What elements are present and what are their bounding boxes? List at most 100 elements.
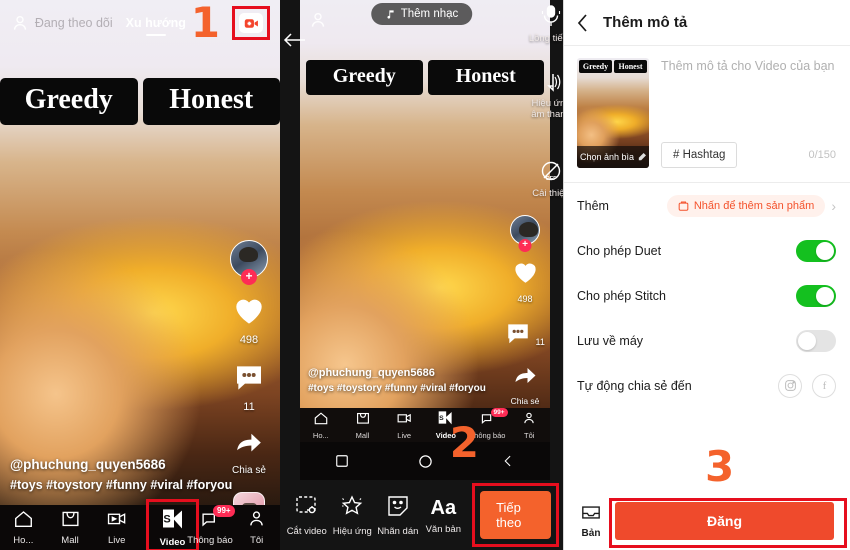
feed-tabs: Đang theo dõi Xu hướng [30,16,191,30]
nav-item-home[interactable]: Ho... [300,411,342,440]
nav-label-mall: Mall [355,430,370,440]
effects-star-icon [342,495,363,515]
home-icon [314,411,328,424]
heart-icon [514,263,536,283]
overlay-left-label: Greedy [306,60,423,95]
video-thumbnail[interactable]: Greedy Honest Chọn ảnh bìa [577,58,649,168]
instagram-icon[interactable] [778,373,802,398]
editor-overlay-labels: Greedy Honest [306,60,544,95]
nav-label-profile: Tôi [250,535,264,546]
toggle-knob [816,241,834,260]
description-input[interactable]: Thêm mô tả cho Video của bạn [661,58,836,75]
enhance-off-icon: OFF [541,161,561,182]
editor-bottom-nav: Ho... Mall Live S Video 99+ Thông báo Tô… [300,407,550,442]
post-button[interactable]: Đăng [615,502,834,540]
add-product-chip[interactable]: Nhấn để thêm sản phẩm [666,194,826,217]
back-chevron-icon[interactable] [502,454,515,468]
comment-button[interactable]: 11 [226,362,272,415]
sound-effect-tool[interactable]: Hiệu ứng âm thanh [525,71,563,121]
nav-label-notifications: Thông báo [187,535,233,546]
nav-item-mall[interactable]: Mall [342,411,384,440]
next-button[interactable]: Tiếp theo [480,491,552,539]
avatar[interactable]: + [510,215,540,252]
row-label-stitch: Cho phép Stitch [577,288,666,303]
sticker-icon [388,496,408,516]
row-label-save: Lưu về máy [577,333,644,348]
row-add-product[interactable]: Thêm Nhấn để thêm sản phẩm › [563,183,850,228]
trim-video-button[interactable]: Cắt video [284,493,330,537]
back-arrow-icon[interactable] [282,30,308,50]
text-button[interactable]: Aa Văn bản [421,496,467,535]
nav-item-live[interactable]: Live [383,411,425,440]
facebook-icon[interactable]: f [812,373,836,398]
back-chevron-icon[interactable] [577,13,589,32]
notification-badge: 99+ [213,505,235,517]
person-icon [524,412,534,423]
enhance-label: Cải thiện [532,187,563,199]
follow-plus-button[interactable]: + [518,239,532,252]
nav-item-home[interactable]: Ho... [0,509,47,546]
row-allow-stitch[interactable]: Cho phép Stitch [563,273,850,318]
record-highlight-box [232,6,270,40]
share-button[interactable]: Chia sẻ [226,429,272,478]
tab-trending[interactable]: Xu hướng [126,16,186,30]
feed-action-rail: + 498 11 Chia sẻ [226,240,272,524]
avatar[interactable]: + [230,240,268,285]
effects-button[interactable]: Hiệu ứng [330,493,376,537]
nav-item-notifications[interactable]: 99+ Thông báo [187,505,235,546]
svg-text:OFF: OFF [546,176,558,182]
description-section: Greedy Honest Chọn ảnh bìa Thêm mô tả ch… [563,46,850,168]
video-username: @phuchung_quyen5686 [308,367,435,379]
tab-following[interactable]: Đang theo dõi [35,16,113,30]
follow-plus-button[interactable]: + [241,269,257,285]
add-product-control[interactable]: Nhấn để thêm sản phẩm › [666,194,836,217]
video-username[interactable]: @phuchung_quyen5686 [10,457,232,472]
choose-cover-button[interactable]: Chọn ảnh bìa [577,146,649,168]
save-draft-button[interactable]: Bản [571,504,611,539]
nav-item-profile[interactable]: Tôi [233,509,280,546]
nav-item-profile[interactable]: Tôi [508,411,550,440]
toggle-save-device[interactable] [796,329,836,352]
voiceover-label: Lồng tiếng [528,33,563,44]
enhance-tool[interactable]: OFF Cải thiện [525,159,563,200]
video-hashtags: #toys #toystory #funny #viral #foryou [308,383,486,394]
sound-effect-icon [547,73,561,92]
facebook-glyph: f [822,381,826,392]
add-music-button[interactable]: Thêm nhạc [370,3,473,25]
row-label-add: Thêm [577,198,609,213]
next-button-highlight: Tiếp theo [472,483,560,547]
publish-header: Thêm mô tả [563,0,850,46]
callout-number-1: 1 [190,0,220,47]
instagram-glyph [784,380,796,391]
publish-footer: Bản Đăng [563,492,850,550]
row-save-device[interactable]: Lưu về máy [563,318,850,363]
sticker-button[interactable]: Nhãn dán [375,493,421,537]
sticker-label: Nhãn dán [377,526,419,537]
recents-square-icon[interactable] [335,454,349,468]
nav-label-live: Live [397,430,412,440]
editor-toolbar: Cắt video Hiệu ứng Nhãn dán Aa Văn bản T… [280,480,563,550]
voiceover-tool[interactable]: Lồng tiếng [525,4,563,45]
hashtag-button[interactable]: # Hashtag [661,142,738,168]
like-button[interactable]: 498 [226,294,272,348]
record-button[interactable] [239,13,263,33]
comment-count: 11 [243,401,255,413]
share-label: Chia sẻ [510,396,540,406]
comment-count: 11 [535,337,545,347]
svg-text:S: S [163,514,170,526]
toggle-stitch[interactable] [796,284,836,307]
heart-icon [236,299,262,324]
person-icon[interactable] [10,13,30,33]
svg-text:f: f [822,381,826,392]
nav-item-mall[interactable]: Mall [47,509,94,546]
editor-preview: Greedy Honest + 498 11 Chia sẻ @phuchung… [300,0,550,480]
video-hashtags[interactable]: #toys #toystory #funny #viral #foryou [10,478,232,492]
row-allow-duet[interactable]: Cho phép Duet [563,228,850,273]
share-button[interactable]: Chia sẻ [504,364,546,409]
share-arrow-icon [237,433,261,452]
like-button[interactable]: 498 [504,259,546,307]
toggle-duet[interactable] [796,239,836,262]
home-circle-icon[interactable] [418,454,433,469]
comment-button[interactable]: 11 [504,321,546,350]
nav-item-live[interactable]: Live [93,509,140,546]
